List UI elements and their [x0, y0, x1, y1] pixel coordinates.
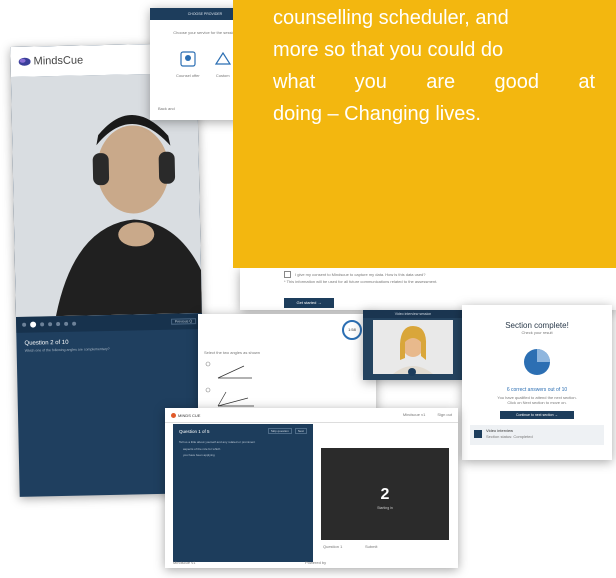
video-feed [373, 320, 453, 374]
progress-dot[interactable] [22, 322, 27, 327]
interviewee-image [373, 320, 453, 374]
submit-link[interactable]: Submit [365, 544, 377, 550]
back-link[interactable]: Back and [158, 106, 175, 112]
progress-dot[interactable] [56, 322, 61, 327]
next-button[interactable]: Next [294, 428, 307, 434]
bottom-question-label: Question 1 [323, 544, 343, 549]
skip-question-button[interactable]: Skip question [267, 428, 292, 434]
video-header: Video interview session [363, 310, 463, 318]
question-line-3: you have been applying [183, 453, 215, 457]
progress-dot[interactable] [72, 321, 77, 326]
previous-question-button[interactable]: Previous Q [170, 318, 197, 325]
consent-card: I give my consent to Mindscue to capture… [240, 268, 616, 310]
countdown-number: 2 [380, 486, 390, 503]
quiz-timer: 1:58 [342, 320, 362, 340]
progress-dot-current[interactable] [30, 321, 37, 328]
provider-option-counsel[interactable]: Counsel offer [176, 50, 200, 79]
next-section-button[interactable]: Continue to next section → [500, 411, 574, 419]
header-version: Mindscue v1 [402, 412, 426, 417]
progress-dot[interactable] [40, 322, 45, 327]
question-line-1: Tell us a little about yourself and any … [179, 440, 256, 444]
footer-left: Mindscue v1 [173, 560, 196, 565]
angle-diagrams [205, 361, 254, 407]
provider-option-custom[interactable]: Custom [214, 50, 232, 79]
brand-logo-icon [18, 57, 31, 66]
question-panel: Question 1 of 5 Skip question Next Tell … [173, 424, 313, 562]
brand-name: MINDS CUE [178, 412, 201, 418]
section-complete-card: Section complete! Check your result 6 co… [462, 305, 612, 460]
provider-option-label: Custom [215, 73, 230, 78]
get-started-button[interactable]: Get started → [284, 298, 334, 308]
custom-icon [214, 51, 231, 65]
countdown-label: Starting in [377, 506, 393, 510]
section-row-sub: Section status: Completed [486, 434, 533, 439]
progress-dot[interactable] [48, 322, 53, 327]
video-question-card: MINDS CUE Mindscue v1 Sign out Question … [165, 408, 458, 568]
brand-logo-icon [171, 412, 176, 418]
brand-name: MindsCue [33, 54, 84, 68]
recording-preview: 2 Starting in [321, 448, 449, 540]
progress-dot[interactable] [64, 321, 69, 326]
end-call-button[interactable] [408, 368, 416, 376]
section-detail-2: Click on Next section to move on. [507, 400, 567, 405]
callout-line-1: counselling scheduler, and [273, 7, 509, 29]
sign-out-link[interactable]: Sign out [437, 412, 452, 418]
question-label: Question 1 of 5 [179, 428, 210, 434]
section-status-row: Video interview Section status: Complete… [470, 425, 604, 445]
consent-label: I give my consent to Mindscue to capture… [295, 271, 426, 277]
geometry-quiz-card: 1:58 Select the two angles as shown [198, 314, 376, 414]
footer-right: Powered by [305, 560, 327, 565]
callout-line-4: doing – Changing lives. [273, 103, 481, 125]
callout-line-2: more so that you could do [273, 39, 504, 61]
testimonial-callout: counselling scheduler, and more so that … [233, 0, 616, 268]
consent-checkbox[interactable] [284, 271, 291, 278]
section-title: Section complete! [505, 321, 569, 330]
consent-note: * This information will be used for all … [284, 279, 438, 284]
provider-option-label: Counsel offer [176, 73, 200, 78]
score-pie-icon [524, 349, 550, 375]
score-text: 6 correct answers out of 10 [506, 387, 568, 393]
callout-line-3: what you are good at [273, 71, 595, 93]
video-interview-card: Video interview session [363, 310, 463, 380]
option-radio[interactable] [205, 387, 211, 393]
counsel-icon [180, 51, 196, 67]
option-radio[interactable] [205, 361, 211, 367]
section-subtitle: Check your result [521, 330, 553, 335]
quiz-instruction: Select the two angles as shown [204, 350, 261, 355]
video-icon [474, 430, 482, 438]
callout-text: counselling scheduler, and more so that … [273, 2, 595, 130]
